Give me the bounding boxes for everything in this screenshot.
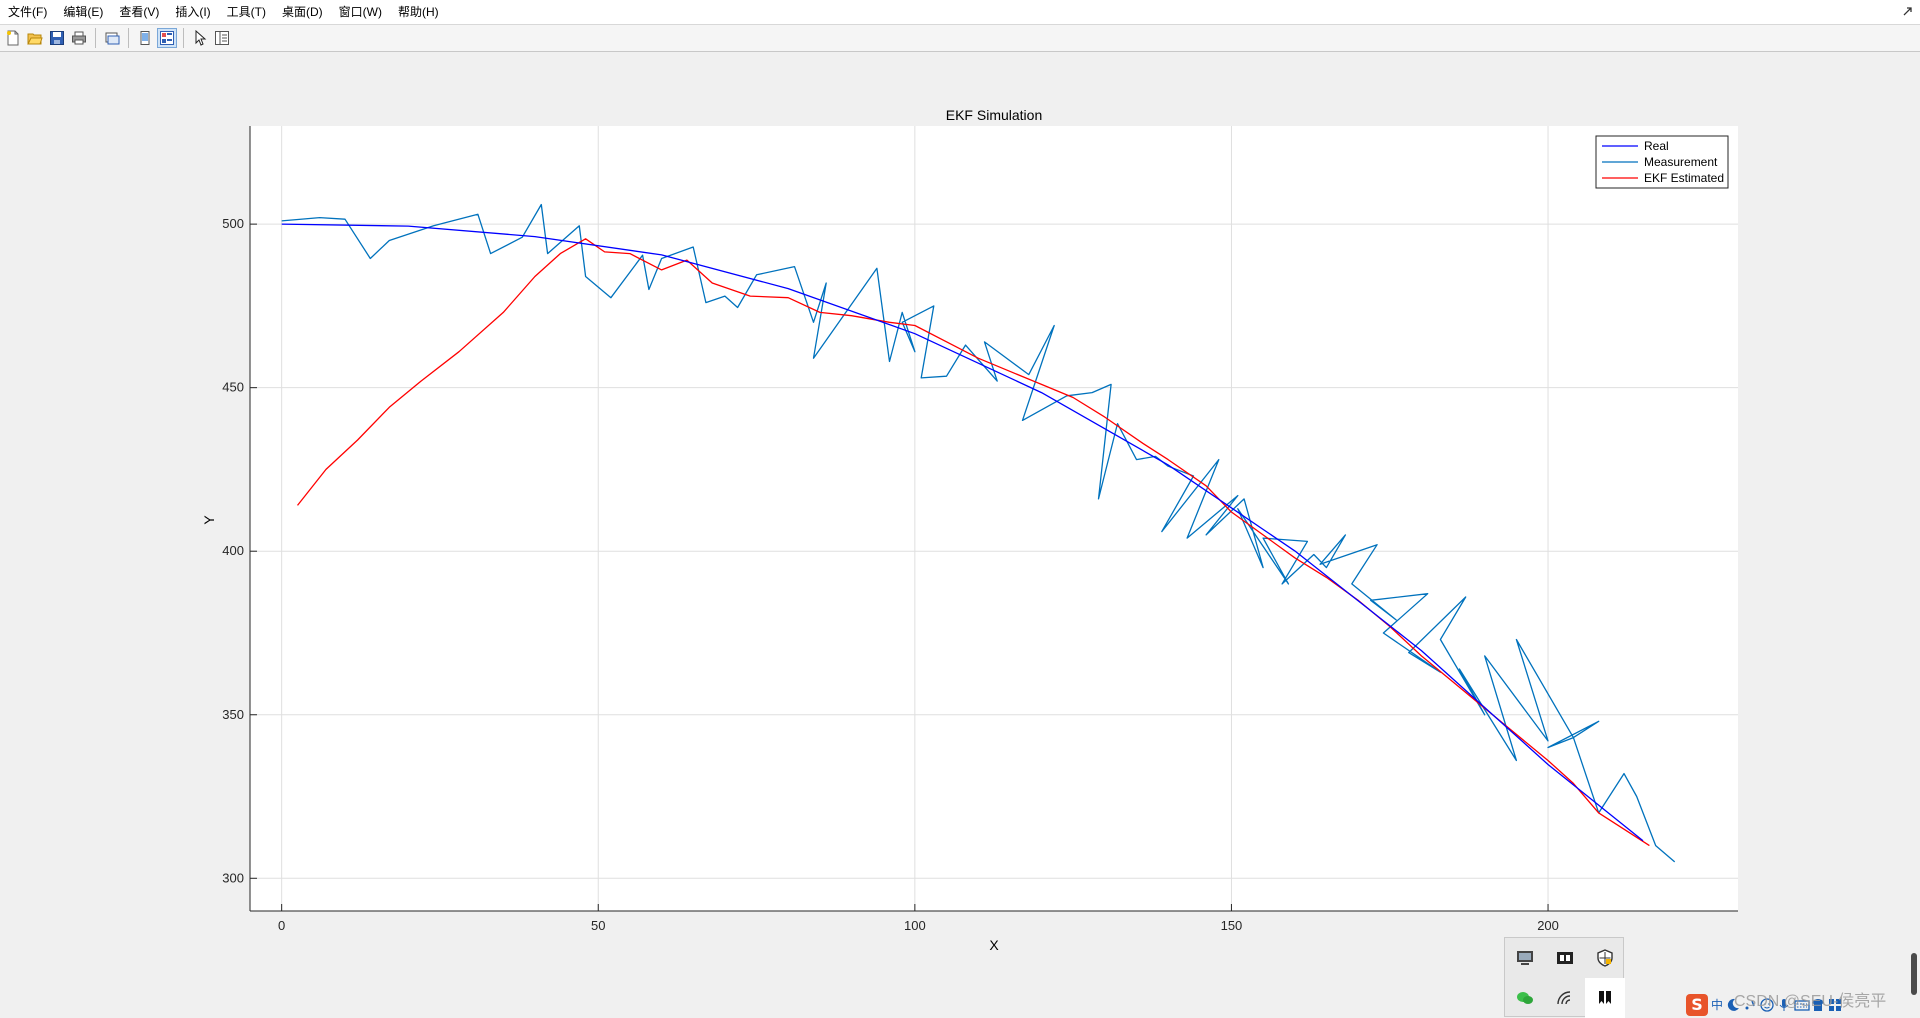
menu-insert[interactable]: 插入(I) bbox=[167, 0, 218, 24]
x-tick-label: 100 bbox=[904, 918, 926, 933]
y-tick-label: 500 bbox=[222, 216, 244, 231]
legend-entry: Measurement bbox=[1644, 155, 1718, 169]
save-icon[interactable] bbox=[47, 28, 67, 48]
tray-overflow-popup bbox=[1504, 937, 1625, 1018]
x-tick-label: 150 bbox=[1221, 918, 1243, 933]
legend[interactable]: Real Measurement EKF Estimated bbox=[1595, 135, 1729, 189]
menu-tools[interactable]: 工具(T) bbox=[219, 0, 274, 24]
menu-help[interactable]: 帮助(H) bbox=[390, 0, 447, 24]
legend-entry: EKF Estimated bbox=[1644, 171, 1724, 185]
figure-toolbar bbox=[0, 24, 1920, 52]
menu-bar: 文件(F) 编辑(E) 查看(V) 插入(I) 工具(T) 桌面(D) 窗口(W… bbox=[0, 0, 1920, 24]
toolbar-separator bbox=[183, 28, 184, 48]
scroll-handle[interactable] bbox=[1911, 953, 1917, 995]
undock-icon[interactable] bbox=[1902, 5, 1914, 17]
menu-edit[interactable]: 编辑(E) bbox=[55, 0, 111, 24]
wifi-icon[interactable] bbox=[1545, 978, 1585, 1018]
hide-plot-tools-icon[interactable] bbox=[135, 28, 155, 48]
figure-canvas: 0 50 100 150 200 300 350 400 450 500 EKF Simulati… bbox=[0, 53, 1920, 1017]
plot-area[interactable] bbox=[250, 126, 1738, 911]
property-inspector-icon[interactable] bbox=[212, 28, 232, 48]
security-shield-icon[interactable] bbox=[1585, 938, 1625, 978]
legend-entry: Real bbox=[1644, 139, 1669, 153]
x-tick-label: 200 bbox=[1537, 918, 1559, 933]
x-tick-label: 50 bbox=[591, 918, 605, 933]
menu-file[interactable]: 文件(F) bbox=[0, 0, 55, 24]
print-icon[interactable] bbox=[69, 28, 89, 48]
ime-mode-text[interactable]: 中 bbox=[1711, 996, 1723, 1013]
watermark-text: CSDN @SEU-侯亮平 bbox=[1734, 993, 1887, 1010]
menu-window[interactable]: 窗口(W) bbox=[331, 0, 390, 24]
edit-plot-icon[interactable] bbox=[190, 28, 210, 48]
new-figure-icon[interactable] bbox=[3, 28, 23, 48]
bookmark-icon[interactable] bbox=[1585, 978, 1625, 1018]
link-plot-icon[interactable] bbox=[102, 28, 122, 48]
ime-logo[interactable]: S bbox=[1686, 993, 1708, 1016]
display-icon[interactable] bbox=[1505, 938, 1545, 978]
show-plot-tools-icon[interactable] bbox=[157, 28, 177, 48]
y-tick-label: 400 bbox=[222, 543, 244, 558]
toolbar-separator bbox=[95, 28, 96, 48]
toolbar-separator bbox=[128, 28, 129, 48]
plot-svg[interactable]: 0 50 100 150 200 300 350 400 450 500 EKF Simulati… bbox=[0, 53, 1920, 1017]
open-file-icon[interactable] bbox=[25, 28, 45, 48]
y-tick-label: 300 bbox=[222, 870, 244, 885]
x-tick-label: 0 bbox=[278, 918, 285, 933]
x-axis-label: X bbox=[989, 937, 999, 953]
menu-desktop[interactable]: 桌面(D) bbox=[274, 0, 331, 24]
y-tick-label: 450 bbox=[222, 380, 244, 395]
media-icon[interactable] bbox=[1545, 938, 1585, 978]
y-tick-label: 350 bbox=[222, 707, 244, 722]
y-axis-label: Y bbox=[201, 515, 217, 525]
menu-view[interactable]: 查看(V) bbox=[111, 0, 167, 24]
chart-title: EKF Simulation bbox=[946, 107, 1042, 123]
wechat-icon[interactable] bbox=[1505, 978, 1545, 1018]
